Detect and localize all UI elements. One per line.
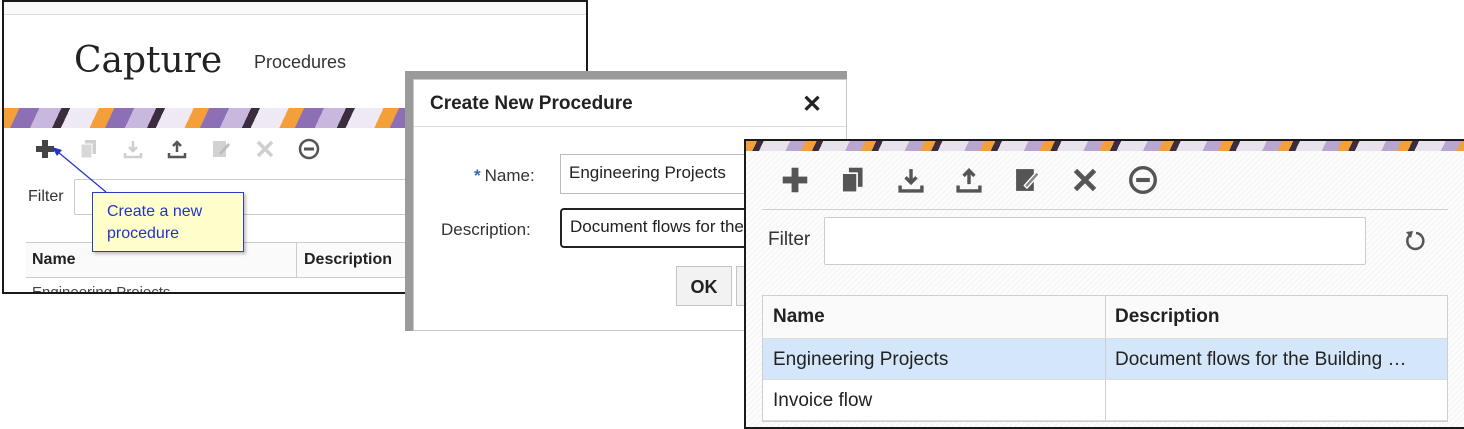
nav-procedures[interactable]: Procedures	[254, 52, 346, 73]
dialog-title: Create New Procedure	[430, 93, 633, 114]
download-icon[interactable]	[122, 138, 144, 160]
top-strip	[4, 2, 586, 15]
add-icon[interactable]	[780, 165, 810, 195]
column-header-description[interactable]: Description	[1115, 306, 1435, 328]
delete-icon[interactable]	[1070, 165, 1100, 195]
add-icon[interactable]	[34, 138, 56, 160]
row-name: Invoice flow	[773, 390, 873, 411]
toolbar	[34, 138, 320, 160]
delete-icon[interactable]	[254, 138, 276, 160]
decorative-banner	[746, 141, 1464, 151]
filter-input[interactable]	[824, 217, 1366, 265]
table-row[interactable]: Engineering Projects	[32, 284, 170, 292]
description-label: Description:	[441, 220, 531, 239]
name-label: * Name:	[474, 166, 535, 186]
procedures-table: Name Description Engineering Projects Do…	[762, 295, 1448, 422]
procedures-panel: Filter Name Description Engineering Proj…	[744, 139, 1464, 429]
copy-icon[interactable]	[838, 165, 868, 195]
edit-icon[interactable]	[210, 138, 232, 160]
column-divider	[1105, 296, 1106, 338]
required-marker: *	[474, 166, 481, 185]
toolbar	[780, 165, 1158, 195]
upload-icon[interactable]	[954, 165, 984, 195]
toolbar-divider	[762, 209, 1448, 210]
copy-icon[interactable]	[78, 138, 100, 160]
callout-tooltip: Create a new procedure	[92, 192, 244, 252]
edit-icon[interactable]	[1012, 165, 1042, 195]
column-header-description[interactable]: Description	[304, 251, 392, 269]
table-row[interactable]: Engineering Projects Document flows for …	[763, 339, 1447, 380]
circle-user-icon[interactable]	[1128, 165, 1158, 195]
row-name: Engineering Projects	[773, 349, 949, 370]
column-header-name[interactable]: Name	[32, 251, 76, 269]
table-row[interactable]: Invoice flow	[763, 380, 1447, 421]
filter-label: Filter	[28, 188, 64, 205]
column-divider	[1105, 380, 1106, 420]
name-label-text: Name:	[484, 166, 535, 185]
table-header: Name Description	[763, 296, 1447, 339]
column-divider	[1105, 339, 1106, 379]
circle-user-icon[interactable]	[298, 138, 320, 160]
column-divider	[296, 243, 297, 277]
app-title: Capture	[74, 40, 223, 81]
download-icon[interactable]	[896, 165, 926, 195]
upload-icon[interactable]	[166, 138, 188, 160]
column-header-name[interactable]: Name	[773, 306, 1093, 328]
refresh-icon[interactable]	[1402, 227, 1430, 255]
filter-label: Filter	[768, 229, 811, 250]
close-icon[interactable]: ✕	[802, 90, 822, 119]
row-description: Document flows for the Building …	[1115, 349, 1407, 370]
dialog-header: Create New Procedure ✕	[414, 80, 846, 127]
ok-button[interactable]: OK	[676, 266, 732, 306]
